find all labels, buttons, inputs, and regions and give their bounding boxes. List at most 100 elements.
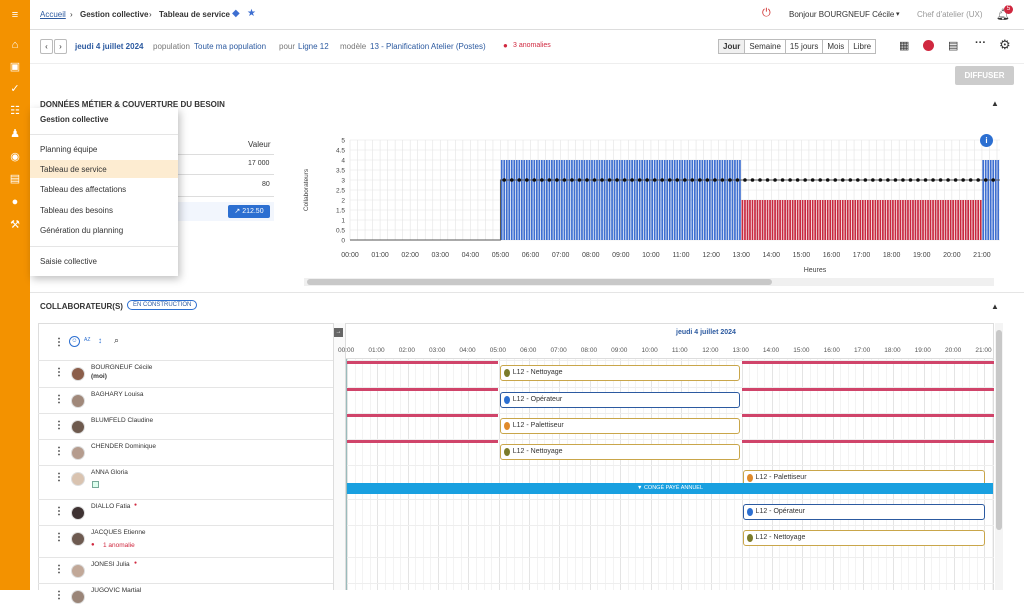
row-menu-icon[interactable]: ⋮: [54, 472, 64, 483]
shift-event[interactable]: L12 - Nettoyage: [499, 444, 740, 460]
trend-badge[interactable]: ↗ 212.50: [228, 205, 270, 218]
x-tick-label: 12:00: [702, 252, 720, 259]
row-menu-icon[interactable]: ⋮: [54, 367, 64, 378]
bar-shortfall: [814, 200, 817, 240]
home-icon[interactable]: ⌂: [7, 38, 23, 52]
timeline-grid-line: [445, 359, 447, 590]
power-icon[interactable]: ⏻: [762, 7, 771, 20]
unavailable-bar: [741, 440, 994, 443]
collaborator-name[interactable]: CHENDER Dominique: [91, 443, 156, 450]
view-mois-button[interactable]: Mois: [822, 39, 850, 54]
row-menu-icon[interactable]: ⋮: [54, 590, 64, 601]
row-menu-icon[interactable]: ⋮: [54, 394, 64, 405]
bar-present: [556, 160, 558, 240]
shift-event[interactable]: L12 - Nettoyage: [499, 365, 740, 381]
collaborator-name[interactable]: JUGOVIC Martial: [91, 587, 141, 594]
menu-item-tableau-des-besoins[interactable]: Tableau des besoins: [40, 206, 113, 215]
view-libre-button[interactable]: Libre: [848, 39, 877, 54]
shift-event[interactable]: L12 - Opérateur: [742, 504, 986, 520]
sort-order-icon[interactable]: ↕: [98, 336, 102, 345]
collaborator-name[interactable]: BAGHARY Louisa: [91, 391, 144, 398]
collapse-icon[interactable]: ▲: [991, 99, 999, 108]
x-tick-label: 02:00: [401, 252, 419, 259]
modele-value[interactable]: 13 - Planification Atelier (Postes): [370, 42, 486, 51]
collaborator-name[interactable]: JONESI Julia: [91, 561, 130, 568]
column-menu-icon[interactable]: ⋮: [54, 337, 64, 348]
x-tick-label: 05:00: [492, 252, 510, 259]
row-menu-icon[interactable]: ⋮: [54, 420, 64, 431]
shift-event[interactable]: L12 - Opérateur: [499, 392, 740, 408]
tools-icon[interactable]: ⚒: [7, 218, 23, 232]
shift-event[interactable]: L12 - Palettiseur: [499, 418, 740, 434]
menu-item-generation-du-planning[interactable]: Génération du planning: [40, 226, 123, 235]
diffuser-button[interactable]: DIFFUSER: [955, 66, 1014, 85]
print-icon[interactable]: ▤: [948, 39, 958, 52]
diamond-icon[interactable]: ◆: [232, 8, 240, 19]
menu-item-tableau-des-affectations[interactable]: Tableau des affectations: [40, 185, 126, 194]
bar-present: [686, 160, 689, 240]
bar-shortfall: [836, 200, 839, 240]
user-edit-icon[interactable]: ♟: [7, 127, 23, 141]
need-point: [961, 178, 965, 182]
contacts-icon[interactable]: ▣: [7, 60, 23, 74]
panel-splitter[interactable]: [333, 323, 346, 590]
bar-shortfall: [977, 200, 980, 240]
hamburger-menu-icon[interactable]: ≡: [7, 8, 23, 22]
info-icon[interactable]: i: [980, 134, 993, 147]
view-semaine-button[interactable]: Semaine: [744, 39, 786, 54]
current-date[interactable]: jeudi 4 juillet 2024: [75, 42, 143, 51]
collaborator-name[interactable]: BOURGNEUF Cécile: [91, 364, 152, 371]
next-day-button[interactable]: ›: [54, 39, 67, 54]
shift-event[interactable]: L12 - Nettoyage: [742, 530, 986, 546]
favorite-star-icon[interactable]: ★: [247, 8, 256, 19]
sort-az-icon[interactable]: AZ: [84, 337, 90, 343]
collaborator-name[interactable]: ANNA Gloria: [91, 469, 128, 476]
bar-shortfall: [947, 200, 949, 240]
row-menu-icon[interactable]: ⋮: [54, 564, 64, 575]
more-options-icon[interactable]: ···: [975, 37, 986, 49]
search-icon[interactable]: ⌕: [114, 335, 119, 346]
expand-arrow-icon[interactable]: →: [334, 328, 343, 337]
row-menu-icon[interactable]: ⋮: [54, 506, 64, 517]
block-icon[interactable]: [923, 40, 934, 51]
breadcrumb-level1[interactable]: Gestion collective: [80, 10, 148, 19]
bar-present: [731, 160, 734, 240]
need-point: [720, 178, 725, 182]
team-icon[interactable]: ☷: [7, 104, 23, 118]
collaborator-name[interactable]: JACQUES Etienne: [91, 529, 146, 536]
user-greeting[interactable]: Bonjour BOURGNEUF Cécile: [789, 10, 894, 19]
chevron-down-icon[interactable]: ▾: [896, 10, 900, 18]
row-menu-icon[interactable]: ⋮: [54, 532, 64, 543]
eye-icon[interactable]: ◉: [7, 150, 23, 164]
collapse-icon[interactable]: ▲: [991, 302, 999, 311]
collaborator-name[interactable]: BLUMFELD Claudine: [91, 417, 153, 424]
calendar-icon[interactable]: ▦: [899, 39, 909, 52]
group-icon[interactable]: ☺: [69, 336, 80, 347]
y-tick-label: 4: [341, 158, 345, 165]
bar-present: [631, 160, 633, 240]
chart-scrollbar-thumb[interactable]: [307, 279, 772, 285]
bar-present: [578, 160, 581, 240]
check-icon[interactable]: ✓: [7, 82, 23, 96]
menu-item-saisie-collective[interactable]: Saisie collective: [40, 257, 97, 266]
pour-value[interactable]: Ligne 12: [298, 42, 329, 51]
bar-shortfall: [884, 200, 887, 240]
post-icon: [503, 448, 510, 456]
breadcrumb-home[interactable]: Accueil: [40, 10, 66, 19]
view-15-jours-button[interactable]: 15 jours: [784, 39, 824, 54]
timeline-grid-line: [483, 359, 485, 590]
view-jour-button[interactable]: Jour: [718, 39, 746, 54]
menu-item-tableau-de-service[interactable]: Tableau de service: [40, 165, 107, 174]
prev-day-button[interactable]: ‹: [40, 39, 53, 54]
settings-gear-icon[interactable]: ⚙: [999, 37, 1011, 53]
population-value[interactable]: Toute ma population: [194, 42, 266, 51]
print-icon[interactable]: ▤: [7, 172, 23, 186]
user-icon[interactable]: ●: [7, 195, 23, 209]
grid-scrollbar-thumb[interactable]: [996, 330, 1002, 530]
collaborator-name[interactable]: DIALLO Fatia: [91, 503, 130, 510]
menu-item-planning-equipe[interactable]: Planning équipe: [40, 145, 97, 154]
anomalies-link[interactable]: 3 anomalies: [513, 42, 551, 49]
row-menu-icon[interactable]: ⋮: [54, 446, 64, 457]
absence-bar[interactable]: ▼ CONGÉ PAYÉ ANNUEL: [347, 483, 993, 494]
need-point: [570, 178, 574, 182]
